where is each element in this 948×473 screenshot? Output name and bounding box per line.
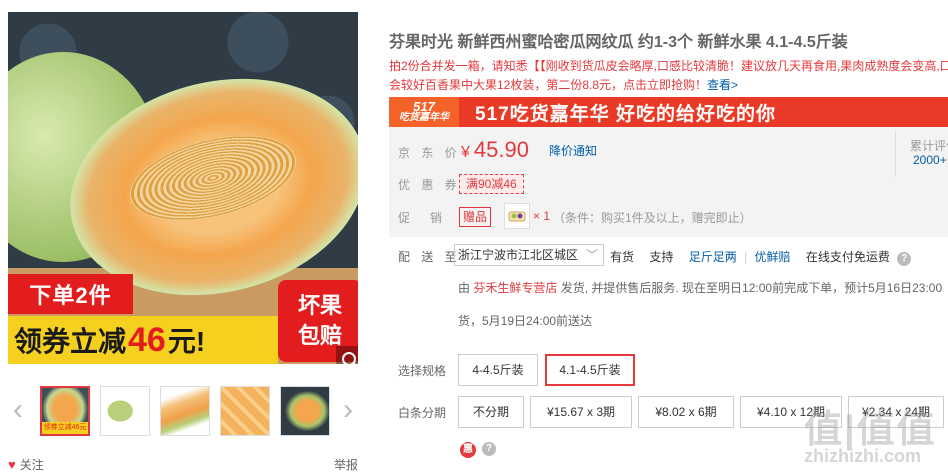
thumbnail-3[interactable] [160, 386, 210, 436]
help-icon[interactable]: ? [897, 252, 912, 266]
product-title: 芬果时光 新鲜西州蜜哈密瓜网纹瓜 约1-3个 新鲜水果 4.1-4.5斤装 [389, 34, 848, 51]
installment-label: 白条分期 [398, 406, 447, 420]
spec-option-2[interactable]: 4.1-4.5斤装 [545, 354, 635, 386]
delivery-services: 有货 支持 足斤足两 | 优鲜赔 在线支付免运费 ? [610, 248, 923, 266]
installment-option-12[interactable]: ¥4.10 x 12期 [740, 396, 842, 428]
installment-option-3[interactable]: ¥15.67 x 3期 [530, 396, 632, 428]
address-selector[interactable]: 浙江宁波市江北区城区 ﹀ [454, 244, 604, 266]
support-label: 支持 [649, 250, 674, 264]
service-separator: | [744, 250, 748, 264]
review-label: 累计评价 [910, 139, 948, 153]
watermark-url: zhizhizhi.com [804, 446, 921, 466]
follow-label: 关注 [19, 458, 44, 472]
promo-logo-top: 517 [413, 99, 435, 114]
price-value: 45.90 [473, 137, 529, 162]
address-text: 浙江宁波市江北区城区 [458, 248, 579, 262]
thumbnail-4[interactable] [220, 386, 270, 436]
review-summary[interactable]: 累计评价 2000+ [895, 131, 948, 177]
price-currency: ¥ [461, 144, 470, 161]
promotion-label: 促 销 [398, 211, 447, 225]
product-notice: 拍2份合并发一箱，请知悉【【刚收到货瓜皮会略厚,口感比较清脆！建议放几天再食用,… [389, 57, 948, 95]
notice-view-link[interactable]: 查看> [707, 78, 738, 92]
shipping-info: 由 芬禾生鲜专营店 发货, 并提供售后服务. 现在至明日12:00前完成下单，预… [458, 278, 948, 298]
main-product-image[interactable]: 下单2件 领券立减 46 元! 坏果 包赔 [8, 12, 358, 364]
thumb-next-button[interactable]: › [338, 395, 358, 425]
spec-label: 选择规格 [398, 364, 447, 378]
thumbnail-strip: 领券立减46元 [40, 386, 330, 436]
chevron-down-icon: ﹀ [585, 248, 598, 262]
promo-logo: 517 吃货嘉年华 [389, 97, 459, 127]
promo-text: 517吃货嘉年华 好吃的给好吃的你 [475, 103, 776, 125]
stock-status: 有货 [610, 250, 635, 264]
ship-from-label: 由 [458, 281, 471, 295]
follow-button[interactable]: ♥ 关注 [8, 457, 44, 472]
magnifier-icon [342, 352, 356, 364]
order-two-banner: 下单2件 [8, 274, 133, 314]
shipping-info-line-2: 货，5月19日24:00前送达 [458, 314, 593, 328]
hui-discount-icon[interactable]: 惠 [460, 442, 476, 458]
thumbnail-5[interactable] [280, 386, 330, 436]
gift-thumbnail[interactable] [504, 203, 530, 229]
price-label: 京 东 价 [398, 146, 461, 160]
coupon-discount-banner: 领券立减 46 元! [8, 316, 278, 364]
gift-quantity: × 1 [533, 209, 551, 223]
notice-line-1: 拍2份合并发一箱，请知悉【【刚收到货瓜皮会略厚,口感比较清脆！建议放几天再食用,… [389, 59, 948, 73]
service-fresh-compensation[interactable]: 优鲜赔 [755, 250, 791, 264]
report-link[interactable]: 举报 [334, 456, 358, 473]
banner-amount: 46 [128, 320, 166, 359]
shop-link[interactable]: 芬禾生鲜专营店 [473, 281, 557, 295]
notice-line-2: 会较好百香果中大果12枚装，第二份8.8元，点击立即抢购！ [389, 78, 708, 92]
spec-option-1[interactable]: 4-4.5斤装 [458, 354, 538, 386]
thumbnail-2[interactable] [100, 386, 150, 436]
installment-option-6[interactable]: ¥8.02 x 6期 [638, 396, 734, 428]
review-count: 2000+ [913, 153, 947, 167]
installment-option-none[interactable]: 不分期 [458, 396, 524, 428]
thumbnail-caption: 领券立减46元 [42, 422, 88, 434]
banner-post-text: 元! [167, 326, 206, 357]
thumbnail-image [281, 387, 329, 435]
thumb-prev-button[interactable]: ‹ [8, 395, 28, 425]
service-full-weight[interactable]: 足斤足两 [689, 250, 737, 264]
thumbnail-1[interactable]: 领券立减46元 [40, 386, 90, 436]
delivery-label: 配 送 至 [398, 250, 461, 264]
zoom-button[interactable] [336, 346, 358, 364]
price-box: 京 东 价 ¥45.90 降价通知 累计评价 2000+ 优 惠 券 满90减4… [389, 127, 948, 237]
gift-tag: 赠品 [459, 207, 492, 227]
gift-condition: （条件：购买1件及以上，赠完即止） [553, 211, 752, 225]
promo-logo-bottom: 吃货嘉年华 [399, 112, 449, 123]
badge-line-1: 坏果 [297, 293, 342, 318]
gallery-footer: ♥ 关注 举报 [8, 456, 358, 472]
gift-fruit-icon [508, 211, 526, 222]
price-drop-notify-link[interactable]: 降价通知 [549, 142, 597, 159]
ship-text: 发货, 并提供售后服务. 现在至明日12:00前完成下单，预计5月16日23:0… [560, 281, 943, 295]
banner-pre-text: 领券立减 [14, 326, 127, 357]
thumbnail-image [161, 387, 209, 435]
installment-option-24[interactable]: ¥2.34 x 24期 [848, 396, 944, 428]
coupon-label: 优 惠 券 [398, 178, 461, 192]
price: ¥45.90 [461, 137, 529, 163]
payment-info: 在线支付免运费 [805, 250, 890, 264]
question-icon[interactable]: ? [482, 442, 496, 456]
promo-banner[interactable]: 517 吃货嘉年华 517吃货嘉年华 好吃的给好吃的你 [389, 97, 948, 127]
heart-icon: ♥ [8, 457, 16, 472]
coupon-tag[interactable]: 满90减46 [459, 174, 524, 194]
thumbnail-image [101, 387, 149, 435]
thumbnail-image [221, 387, 269, 435]
